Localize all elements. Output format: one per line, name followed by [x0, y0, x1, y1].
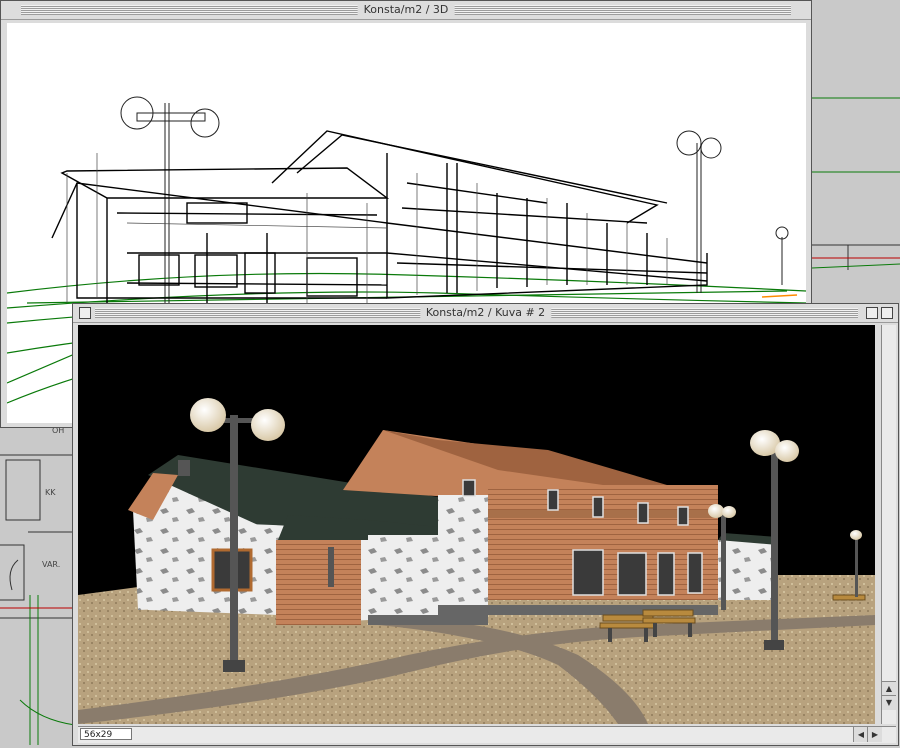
zoom-box-icon[interactable]	[866, 307, 878, 319]
render-window-titlebar[interactable]: Konsta/m2 / Kuva # 2	[73, 304, 898, 323]
scroll-down-arrow-icon[interactable]: ▼	[882, 695, 896, 710]
plan-label-kk: KK	[45, 488, 56, 497]
render-window-title: Konsta/m2 / Kuva # 2	[419, 306, 552, 319]
scroll-up-arrow-icon[interactable]: ▲	[882, 681, 896, 696]
vertical-scrollbar[interactable]: ▲ ▼	[881, 325, 896, 724]
wireframe-window-title: Konsta/m2 / 3D	[357, 3, 455, 16]
scroll-left-arrow-icon[interactable]: ◀	[853, 727, 868, 742]
render-window[interactable]: Konsta/m2 / Kuva # 2 ▲ ▼ 56x29 ◀ ▶	[72, 303, 899, 746]
horizontal-scrollbar[interactable]: 56x29 ◀ ▶	[78, 726, 896, 743]
status-size-readout: 56x29	[80, 728, 132, 740]
plan-label-var: VAR.	[42, 560, 61, 569]
close-box-icon[interactable]	[79, 307, 91, 319]
collapse-box-icon[interactable]	[881, 307, 893, 319]
wireframe-window-titlebar[interactable]: Konsta/m2 / 3D	[1, 1, 811, 20]
scroll-right-arrow-icon[interactable]: ▶	[867, 727, 882, 742]
rendered-scene	[78, 325, 875, 724]
rendered-image	[78, 325, 875, 724]
